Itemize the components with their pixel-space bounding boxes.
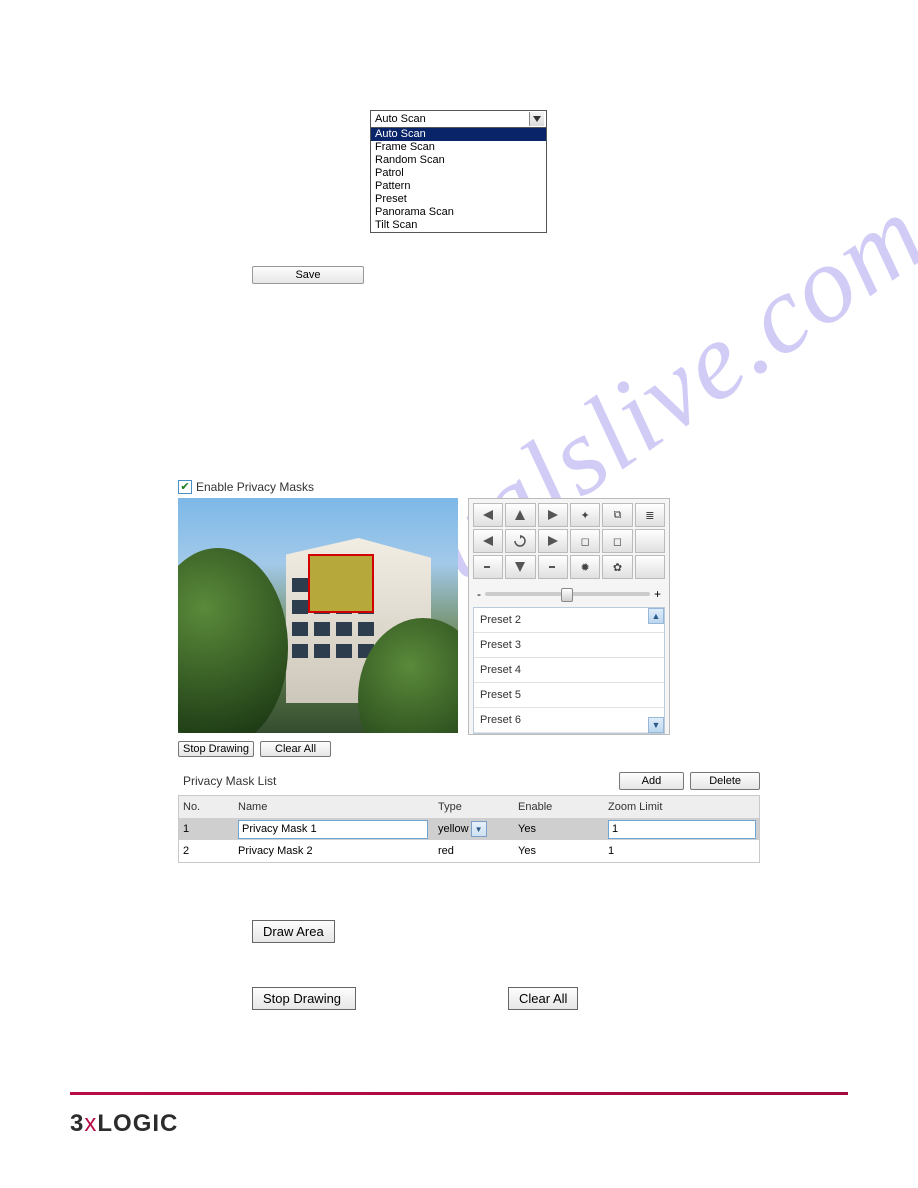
chevron-down-icon[interactable]: ▼	[471, 821, 487, 837]
brand-logo: 3xLOGIC	[70, 1110, 178, 1138]
tree-graphic	[178, 548, 288, 733]
plus-icon[interactable]: +	[654, 587, 661, 601]
slider-track[interactable]	[485, 592, 650, 596]
table-header-row: No. Name Type Enable Zoom Limit	[179, 796, 759, 818]
cell-name[interactable]	[234, 820, 434, 839]
add-button[interactable]: Add	[619, 772, 685, 790]
dropdown-item[interactable]: Random Scan	[371, 154, 546, 167]
zoom-out-icon[interactable]: ⧉	[602, 503, 632, 527]
chevron-down-icon[interactable]	[529, 112, 544, 126]
clear-all-button[interactable]: Clear All	[260, 741, 331, 757]
draw-area-button[interactable]: Draw Area	[252, 920, 335, 943]
privacy-mask-list-section: Privacy Mask List Add Delete No. Name Ty…	[178, 769, 760, 863]
footer-divider	[70, 1092, 848, 1095]
camera-preview[interactable]	[178, 498, 458, 733]
ptz-control-panel: ✦ ⧉ ≣ ◻ ◻ ✹ ✿ - + ▲	[468, 498, 670, 735]
brand-pre: 3	[70, 1110, 84, 1137]
ptz-down-button[interactable]	[505, 555, 535, 579]
enable-privacy-masks-label: Enable Privacy Masks	[196, 480, 314, 494]
ptz-up-right-button[interactable]	[538, 503, 568, 527]
preset-item[interactable]: Preset 6	[474, 708, 664, 733]
ptz-auto-button[interactable]	[505, 529, 535, 553]
dropdown-selected-row[interactable]: Auto Scan	[371, 111, 546, 128]
dropdown-item[interactable]: Pattern	[371, 180, 546, 193]
type-value: yellow	[438, 823, 469, 835]
cell-enable: Yes	[514, 845, 604, 857]
ptz-up-button[interactable]	[505, 503, 535, 527]
wiper-icon[interactable]: ✿	[602, 555, 632, 579]
light-icon[interactable]: ✹	[570, 555, 600, 579]
preset-item[interactable]: Preset 3	[474, 633, 664, 658]
dropdown-item[interactable]: Patrol	[371, 167, 546, 180]
cell-no: 1	[179, 823, 234, 835]
ptz-filler	[635, 529, 665, 553]
dropdown-list: Auto Scan Frame Scan Random Scan Patrol …	[371, 128, 546, 232]
preset-item[interactable]: Preset 2	[474, 608, 664, 633]
dropdown-item[interactable]: Frame Scan	[371, 141, 546, 154]
table-row[interactable]: 2 Privacy Mask 2 red Yes 1	[179, 840, 759, 862]
table-row[interactable]: 1 yellow ▼ Yes	[179, 818, 759, 840]
ptz-up-left-button[interactable]	[473, 503, 503, 527]
minus-icon[interactable]: -	[477, 587, 481, 601]
zoom-input[interactable]	[608, 820, 756, 839]
clear-all-button[interactable]: Clear All	[508, 987, 578, 1010]
focus-icon[interactable]: ≣	[635, 503, 665, 527]
iris-open-icon[interactable]: ◻	[570, 529, 600, 553]
stop-drawing-button[interactable]: Stop Drawing	[252, 987, 356, 1010]
enable-privacy-masks-row[interactable]: ✔ Enable Privacy Masks	[178, 480, 768, 494]
dropdown-item[interactable]: Tilt Scan	[371, 219, 546, 232]
privacy-mask-table: No. Name Type Enable Zoom Limit 1 yellow…	[178, 795, 760, 863]
ptz-left-button[interactable]	[473, 529, 503, 553]
park-action-dropdown[interactable]: Auto Scan Auto Scan Frame Scan Random Sc…	[370, 110, 547, 233]
stop-drawing-button[interactable]: Stop Drawing	[178, 741, 254, 757]
brand-post: LOGIC	[97, 1110, 178, 1137]
name-input[interactable]	[238, 820, 428, 839]
ptz-right-button[interactable]	[538, 529, 568, 553]
cell-no: 2	[179, 845, 234, 857]
privacy-mask-list-title: Privacy Mask List	[178, 774, 276, 788]
save-button[interactable]: Save	[252, 266, 364, 284]
preset-item[interactable]: Preset 5	[474, 683, 664, 708]
ptz-speed-slider[interactable]: - +	[469, 583, 669, 605]
col-zoom: Zoom Limit	[604, 801, 759, 813]
cell-name: Privacy Mask 2	[234, 845, 434, 857]
checkbox-icon[interactable]: ✔	[178, 480, 192, 494]
preset-list: ▲ Preset 2 Preset 3 Preset 4 Preset 5 Pr…	[473, 607, 665, 734]
cell-zoom[interactable]	[604, 820, 759, 839]
cell-type: red	[434, 845, 514, 857]
scroll-down-icon[interactable]: ▼	[648, 717, 664, 733]
ptz-filler	[635, 555, 665, 579]
ptz-down-left-button[interactable]	[473, 555, 503, 579]
dropdown-item[interactable]: Auto Scan	[371, 128, 546, 141]
col-no: No.	[179, 801, 234, 813]
zoom-in-icon[interactable]: ✦	[570, 503, 600, 527]
brand-x: x	[84, 1110, 97, 1137]
privacy-mask-rectangle[interactable]	[308, 554, 374, 613]
col-enable: Enable	[514, 801, 604, 813]
dropdown-item[interactable]: Preset	[371, 193, 546, 206]
preset-item[interactable]: Preset 4	[474, 658, 664, 683]
col-type: Type	[434, 801, 514, 813]
iris-close-icon[interactable]: ◻	[602, 529, 632, 553]
cell-zoom: 1	[604, 845, 759, 857]
scroll-up-icon[interactable]: ▲	[648, 608, 664, 624]
col-name: Name	[234, 801, 434, 813]
dropdown-item[interactable]: Panorama Scan	[371, 206, 546, 219]
dropdown-selected-value: Auto Scan	[375, 113, 426, 125]
cell-enable: Yes	[514, 823, 604, 835]
cell-type[interactable]: yellow ▼	[434, 821, 514, 837]
ptz-down-right-button[interactable]	[538, 555, 568, 579]
slider-thumb[interactable]	[561, 588, 573, 602]
delete-button[interactable]: Delete	[690, 772, 760, 790]
